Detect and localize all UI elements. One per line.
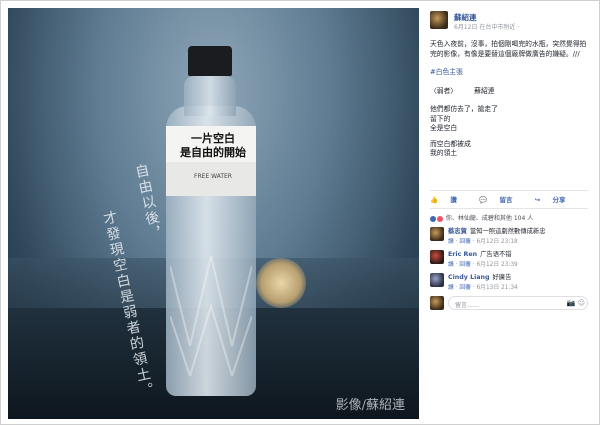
share-icon: ↪	[534, 196, 541, 204]
poem-line: 全是空白	[430, 124, 458, 132]
poem-line: 我的領土	[430, 149, 458, 157]
divider	[430, 190, 588, 191]
comment-like-link[interactable]: 讚	[448, 285, 454, 291]
like-reaction-icon	[430, 215, 436, 222]
bottle-label-subtext: FREE WATER	[194, 173, 232, 180]
bottle-ribs	[170, 255, 252, 376]
comment-time[interactable]: 6月12日 23:39	[476, 262, 517, 268]
comment-line: 蔡志賀 當知一照這劇然數傳成新忠	[448, 226, 545, 235]
likes-summary[interactable]: 你、林仙龍、成碧和其他 104 人	[430, 213, 588, 222]
comment-reply-link[interactable]: 回覆	[459, 262, 471, 268]
comment-like-link[interactable]: 讚	[448, 239, 454, 245]
comment-text: 當知一照這劇然數傳成新忠	[469, 228, 546, 235]
poem-line: 他們都仿去了，搶走了	[430, 105, 498, 113]
poem-title: 〈弱者〉 蘇紹連	[430, 86, 495, 95]
commenter-name[interactable]: 蔡志賀	[448, 228, 467, 235]
comment-text: 好廣告	[492, 274, 512, 281]
post-hashtag[interactable]: #白色主張	[430, 68, 590, 78]
post-header: 蘇紹連 6月12日 在台中市附近 ·	[430, 11, 590, 35]
comment-meta: 讚 · 回覆 · 6月13日 21:34	[448, 285, 518, 291]
commenter-avatar[interactable]	[430, 250, 444, 264]
comment-text: 广告语不错	[480, 251, 512, 258]
post-body: 天色入夜前，沒事，拍個剛喝完的水瓶，突然覺得拍完的影像，有像是要替這個廠牌做廣告…	[430, 40, 590, 159]
photo-credit: 影像/蘇紹連	[335, 398, 405, 413]
poem-line: 留下的	[430, 114, 451, 123]
likes-text: 你、林仙龍、成碧和其他 104 人	[445, 215, 534, 222]
post-photo[interactable]: 一片空白 是自由的開始 FREE WATER 自由以後， 才發現空白是弱者的領土…	[8, 8, 419, 419]
bottle-label-text: 一片空白 是自由的開始	[180, 132, 246, 159]
camera-icon[interactable]: 📷 ☺	[567, 299, 585, 307]
bottle-neck	[184, 76, 236, 116]
commenter-name[interactable]: Cindy Liang	[448, 274, 489, 281]
poem-line: 而空白都被成	[430, 139, 471, 148]
post-side-panel: 蘇紹連 6月12日 在台中市附近 · 天色入夜前，沒事，拍個剛喝完的水瓶，突然覺…	[424, 8, 594, 419]
comment-button-label: 留言	[499, 196, 513, 204]
photo-light-orb	[256, 258, 306, 308]
comment-time[interactable]: 6月13日 21:34	[476, 285, 517, 291]
comment-reply-link[interactable]: 回覆	[459, 285, 471, 291]
comment-meta: 讚 · 回覆 · 6月12日 23:18	[448, 239, 518, 245]
water-bottle: 一片空白 是自由的開始 FREE WATER	[160, 46, 260, 396]
viewer-avatar	[430, 296, 444, 310]
comment-line: Eric Ren 广告语不错	[448, 249, 512, 258]
comment-reply-link[interactable]: 回覆	[459, 239, 471, 245]
poem-stanza-2: 而空白都被成 我的領土	[430, 140, 590, 159]
post-paragraph: 天色入夜前，沒事，拍個剛喝完的水瓶，突然覺得拍完的影像，有像是要替這個廠牌做廣告…	[430, 40, 587, 58]
bottle-cap	[188, 46, 232, 76]
comment-button[interactable]: 💬 留言	[479, 196, 522, 204]
divider	[430, 208, 588, 209]
comment-icon: 💬	[479, 196, 488, 204]
share-button-label: 分享	[552, 196, 566, 204]
post-frame: 一片空白 是自由的開始 FREE WATER 自由以後， 才發現空白是弱者的領土…	[0, 0, 600, 425]
commenter-name[interactable]: Eric Ren	[448, 251, 477, 258]
comment-item: Eric Ren 广告语不错 讚 · 回覆 · 6月12日 23:39	[430, 249, 590, 273]
reply-box: 留言…… 📷 ☺	[430, 296, 590, 312]
commenter-avatar[interactable]	[430, 227, 444, 241]
comment-item: Cindy Liang 好廣告 讚 · 回覆 · 6月13日 21:34	[430, 272, 590, 296]
like-button-label: 讚	[450, 196, 457, 204]
comment-time[interactable]: 6月12日 23:18	[476, 239, 517, 245]
like-button[interactable]: 👍 讚	[430, 196, 467, 204]
post-actions: 👍 讚 💬 留言 ↪ 分享	[430, 194, 588, 206]
poem-stanza-1: 他們都仿去了，搶走了 留下的 全是空白	[430, 105, 590, 134]
commenter-avatar[interactable]	[430, 273, 444, 287]
post-meta[interactable]: 6月12日 在台中市附近 ·	[454, 22, 519, 31]
author-avatar[interactable]	[430, 11, 448, 29]
thumbs-up-icon: 👍	[430, 196, 439, 204]
comment-item: 蔡志賀 當知一照這劇然數傳成新忠 讚 · 回覆 · 6月12日 23:18	[430, 226, 590, 250]
love-reaction-icon	[437, 215, 443, 222]
comment-line: Cindy Liang 好廣告	[448, 272, 511, 281]
comment-like-link[interactable]: 讚	[448, 262, 454, 268]
comment-meta: 讚 · 回覆 · 6月12日 23:39	[448, 262, 518, 268]
share-button[interactable]: ↪ 分享	[535, 196, 576, 204]
